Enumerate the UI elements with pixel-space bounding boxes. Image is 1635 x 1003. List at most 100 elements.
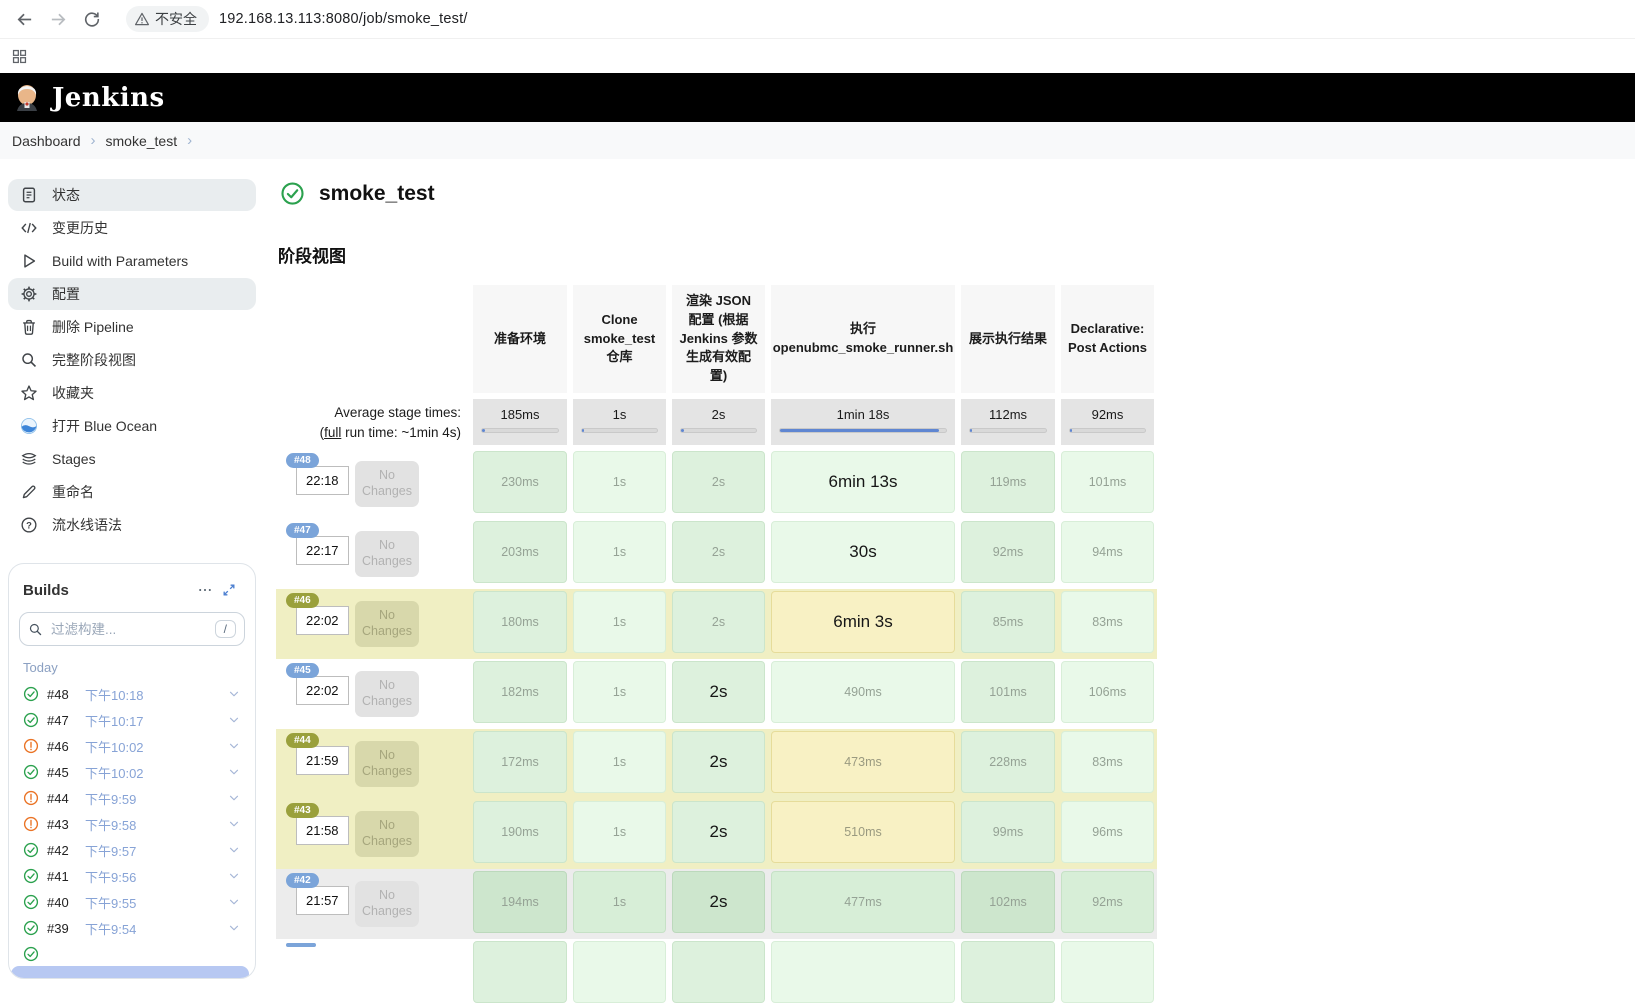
stage-cell[interactable]: 180ms: [473, 591, 567, 653]
stage-cell[interactable]: 182ms: [473, 661, 567, 723]
stage-cell[interactable]: 1s: [573, 451, 666, 513]
build-number[interactable]: #48: [47, 687, 77, 702]
sidebar-item[interactable]: 重命名: [8, 476, 256, 508]
sidebar-item[interactable]: 流水线语法: [8, 509, 256, 541]
build-number[interactable]: #39: [47, 921, 77, 936]
stage-cell[interactable]: 101ms: [1061, 451, 1154, 513]
stage-cell[interactable]: 85ms: [961, 591, 1055, 653]
build-number[interactable]: #43: [47, 817, 77, 832]
builds-menu-button[interactable]: [193, 578, 217, 602]
breadcrumb-job[interactable]: smoke_test: [106, 133, 178, 149]
sidebar-item[interactable]: Stages: [8, 443, 256, 475]
stage-cell[interactable]: 102ms: [961, 871, 1055, 933]
stage-cell[interactable]: 83ms: [1061, 591, 1154, 653]
build-list-item[interactable]: #44 下午9:59: [19, 785, 245, 811]
build-list-item[interactable]: #42 下午9:57: [19, 837, 245, 863]
builds-expand-button[interactable]: [217, 578, 241, 602]
build-time-box[interactable]: 21:59: [296, 746, 349, 775]
build-time-box[interactable]: 21:57: [296, 886, 349, 915]
stage-cell[interactable]: 2s: [672, 731, 765, 793]
stage-cell[interactable]: 92ms: [961, 521, 1055, 583]
stage-cell[interactable]: 2s: [672, 591, 765, 653]
stage-cell[interactable]: 2s: [672, 801, 765, 863]
build-time[interactable]: 下午9:56: [85, 867, 219, 886]
build-number[interactable]: #42: [47, 843, 77, 858]
chevron-down-icon[interactable]: [227, 713, 241, 727]
stage-cell[interactable]: 2s: [672, 451, 765, 513]
build-badge[interactable]: #45: [286, 663, 319, 678]
sidebar-item[interactable]: 变更历史: [8, 212, 256, 244]
build-number[interactable]: #45: [47, 765, 77, 780]
stage-cell[interactable]: 6min 3s: [771, 591, 955, 653]
stage-cell[interactable]: [672, 941, 765, 1003]
chevron-down-icon[interactable]: [227, 765, 241, 779]
sidebar-item[interactable]: 打开 Blue Ocean: [8, 410, 256, 442]
stage-cell[interactable]: [961, 941, 1055, 1003]
stage-cell[interactable]: 1s: [573, 521, 666, 583]
stage-cell[interactable]: 194ms: [473, 871, 567, 933]
build-time[interactable]: 下午10:02: [85, 737, 219, 756]
stage-cell[interactable]: 203ms: [473, 521, 567, 583]
stage-cell[interactable]: 99ms: [961, 801, 1055, 863]
build-time[interactable]: 下午9:59: [85, 789, 219, 808]
build-number[interactable]: #46: [47, 739, 77, 754]
stage-cell[interactable]: [573, 941, 666, 1003]
build-filter-input[interactable]: [49, 621, 209, 638]
stage-cell[interactable]: 1s: [573, 591, 666, 653]
build-time-box[interactable]: 22:02: [296, 676, 349, 705]
stage-cell[interactable]: 119ms: [961, 451, 1055, 513]
breadcrumb-dashboard[interactable]: Dashboard: [12, 133, 81, 149]
stage-cell[interactable]: 172ms: [473, 731, 567, 793]
build-time[interactable]: 下午10:17: [85, 711, 219, 730]
stage-cell[interactable]: 1s: [573, 871, 666, 933]
build-badge[interactable]: #44: [286, 733, 319, 748]
build-time[interactable]: 下午9:55: [85, 893, 219, 912]
stage-cell[interactable]: 1s: [573, 731, 666, 793]
chevron-down-icon[interactable]: [227, 843, 241, 857]
stage-cell[interactable]: 2s: [672, 871, 765, 933]
build-list-item[interactable]: #41 下午9:56: [19, 863, 245, 889]
stage-cell[interactable]: 106ms: [1061, 661, 1154, 723]
build-number[interactable]: #47: [47, 713, 77, 728]
browser-reload-button[interactable]: [78, 5, 106, 33]
build-time[interactable]: 下午10:02: [85, 763, 219, 782]
build-list-item[interactable]: #48 下午10:18: [19, 681, 245, 707]
chevron-down-icon[interactable]: [227, 895, 241, 909]
build-badge[interactable]: #47: [286, 523, 319, 538]
chevron-down-icon[interactable]: [227, 869, 241, 883]
stage-cell[interactable]: [1061, 941, 1154, 1003]
apps-grid-icon[interactable]: [8, 45, 30, 67]
stage-cell[interactable]: 96ms: [1061, 801, 1154, 863]
stage-cell[interactable]: 6min 13s: [771, 451, 955, 513]
build-number[interactable]: #44: [47, 791, 77, 806]
stage-cell[interactable]: [771, 941, 955, 1003]
build-badge[interactable]: #43: [286, 803, 319, 818]
stage-cell[interactable]: 1s: [573, 661, 666, 723]
stage-cell[interactable]: 228ms: [961, 731, 1055, 793]
build-time-box[interactable]: 22:02: [296, 606, 349, 635]
build-time[interactable]: 下午9:58: [85, 815, 219, 834]
build-badge[interactable]: [286, 943, 316, 947]
build-time[interactable]: 下午10:18: [85, 685, 219, 704]
stage-cell[interactable]: 190ms: [473, 801, 567, 863]
build-badge[interactable]: #48: [286, 453, 319, 468]
sidebar-item[interactable]: 配置: [8, 278, 256, 310]
stage-cell[interactable]: 83ms: [1061, 731, 1154, 793]
chevron-down-icon[interactable]: [227, 817, 241, 831]
build-time-box[interactable]: 21:58: [296, 816, 349, 845]
sidebar-item[interactable]: 完整阶段视图: [8, 344, 256, 376]
chevron-down-icon[interactable]: [227, 791, 241, 805]
stage-cell[interactable]: 510ms: [771, 801, 955, 863]
sidebar-item[interactable]: 删除 Pipeline: [8, 311, 256, 343]
stage-cell[interactable]: 477ms: [771, 871, 955, 933]
build-time[interactable]: 下午9:54: [85, 919, 219, 938]
build-time[interactable]: 下午9:57: [85, 841, 219, 860]
build-badge[interactable]: #42: [286, 873, 319, 888]
stage-cell[interactable]: 490ms: [771, 661, 955, 723]
build-list-item[interactable]: #46 下午10:02: [19, 733, 245, 759]
build-number[interactable]: #41: [47, 869, 77, 884]
stage-cell[interactable]: 92ms: [1061, 871, 1154, 933]
stage-cell[interactable]: 101ms: [961, 661, 1055, 723]
chevron-down-icon[interactable]: [227, 739, 241, 753]
build-time-box[interactable]: 22:17: [296, 536, 349, 565]
